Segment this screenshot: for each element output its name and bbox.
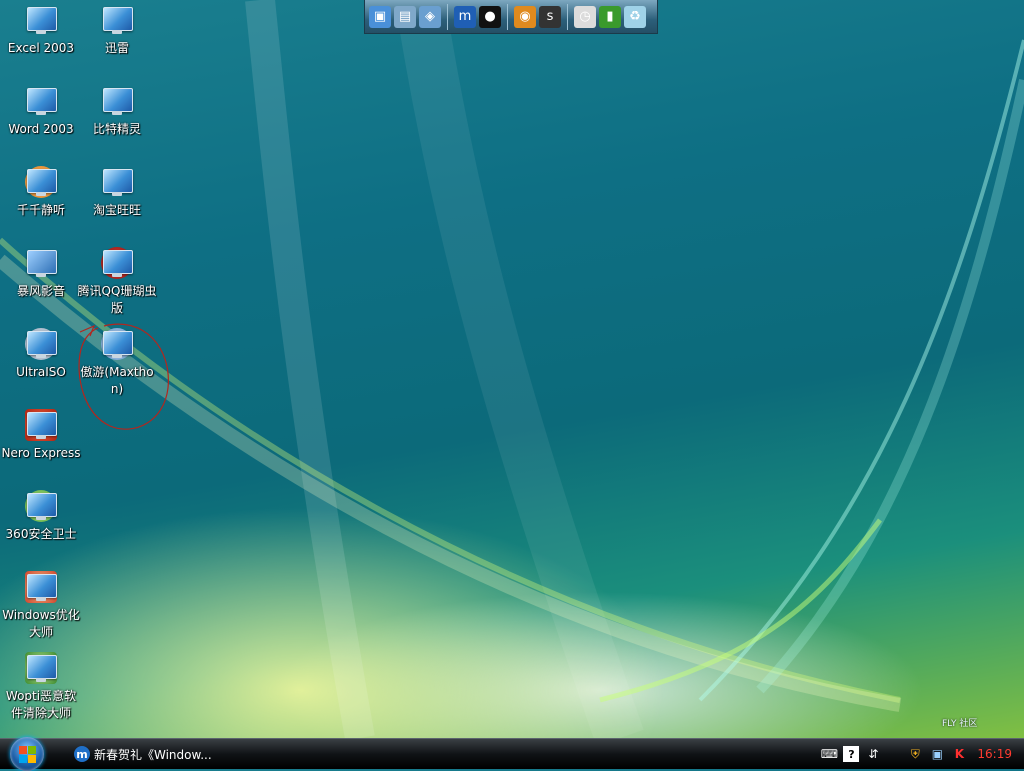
qq-penguin-icon <box>101 247 133 279</box>
desktop-icon-label: UltraISO <box>16 365 66 379</box>
desktop-icon-label: Word 2003 <box>8 122 74 136</box>
quick-launch-bar: ▣ ▤ ◈ m ● ◉ s ◷ ▮ ♻ <box>364 0 658 34</box>
help-icon[interactable]: ? <box>843 746 860 762</box>
system-tray: ⌨ ? ⇵ ⛨ ▣ K 16:19 <box>821 739 1024 769</box>
desktop-icon-aliwangwang[interactable]: 淘宝旺旺 <box>76 166 158 219</box>
recycle-bin-icon[interactable]: ♻ <box>624 5 646 28</box>
desktop-icon-qq[interactable]: 腾讯QQ珊瑚虫版 <box>76 247 158 317</box>
desktop-icon-word[interactable]: Word 2003 <box>0 85 82 138</box>
taskbar-window-label: 新春贺礼《Window... <box>94 747 212 762</box>
folder-icon[interactable]: ▤ <box>394 5 416 28</box>
desktop-icon-nero[interactable]: Nero Express <box>0 409 82 462</box>
desktop-icon-label: 腾讯QQ珊瑚虫版 <box>77 284 157 315</box>
quick-launch-separator <box>567 3 568 30</box>
ttplayer-icon <box>25 166 57 198</box>
wopti-icon <box>25 652 57 684</box>
start-button[interactable] <box>10 737 44 771</box>
ultraiso-icon <box>25 328 57 360</box>
security-shield-icon[interactable]: ⛨ <box>907 746 923 762</box>
desktop-icon-windows-optimizer[interactable]: Windows优化大师 <box>0 571 82 641</box>
network-arrows-icon[interactable]: ⇵ <box>865 746 881 762</box>
clock-icon[interactable]: ◷ <box>574 5 596 28</box>
monitor-meter-icon[interactable]: ▮ <box>599 5 621 28</box>
desktop-icon-wopti[interactable]: Wopti恶意软件清除大师 <box>0 652 82 722</box>
desktop-icon-360[interactable]: 360安全卫士 <box>0 490 82 543</box>
desktop-icon-label: 暴风影音 <box>16 284 65 298</box>
annotation-circle <box>78 323 169 430</box>
desktop-icon-label: Wopti恶意软件清除大师 <box>5 689 77 720</box>
desktop-icon-bitspirit[interactable]: 比特精灵 <box>76 85 158 138</box>
desktop[interactable]: Excel 2003 迅雷 Word 2003 比特精灵 千千静听 淘宝旺旺 暴… <box>0 0 1024 738</box>
desktop-icon-label: 淘宝旺旺 <box>92 203 141 217</box>
desktop-icon-label: Windows优化大师 <box>2 608 80 639</box>
qq-icon[interactable]: ● <box>479 5 501 28</box>
desktop-icon-label: 迅雷 <box>104 41 129 55</box>
desktop-icon-ultraiso[interactable]: UltraISO <box>0 328 82 381</box>
keyboard-icon[interactable]: ⌨ <box>821 746 838 762</box>
desktop-icon-label: Excel 2003 <box>7 41 75 55</box>
watermark: FLY 社区 <box>942 719 978 729</box>
windows-logo-icon <box>19 746 36 763</box>
maxthon-task-icon: m <box>74 746 90 762</box>
clock[interactable]: 16:19 <box>977 747 1012 761</box>
windows-optimizer-icon <box>25 571 57 603</box>
maxthon-icon[interactable]: m <box>454 5 476 28</box>
flash-icon[interactable]: s <box>539 5 561 28</box>
quick-launch-separator <box>507 3 508 30</box>
taskbar: m 新春贺礼《Window... ⌨ ? ⇵ ⛨ ▣ K 16:19 <box>0 737 1024 771</box>
desktop-icon-ttplayer[interactable]: 千千静听 <box>0 166 82 219</box>
quick-launch-separator <box>447 3 448 30</box>
kaspersky-icon[interactable]: K <box>951 746 967 762</box>
network-icon[interactable]: ▣ <box>929 746 945 762</box>
ie-icon[interactable]: ◈ <box>419 5 441 28</box>
excel-icon <box>25 4 57 36</box>
taskbar-window-button[interactable]: m 新春贺礼《Window... <box>74 742 230 766</box>
desktop-icon-stormplayer[interactable]: 暴风影音 <box>0 247 82 300</box>
desktop-icon-thunder[interactable]: 迅雷 <box>76 4 158 57</box>
nero-icon <box>25 409 57 441</box>
desktop-icon-label: Nero Express <box>1 446 81 460</box>
desktop-icon-label: 千千静听 <box>16 203 65 217</box>
360-safe-icon <box>25 490 57 522</box>
aliwangwang-icon <box>101 166 133 198</box>
stormplayer-icon <box>25 247 57 279</box>
desktop-icon-label: 比特精灵 <box>92 122 141 136</box>
word-icon <box>25 85 57 117</box>
desktop-icon-excel[interactable]: Excel 2003 <box>0 4 82 57</box>
music-player-icon[interactable]: ◉ <box>514 5 536 28</box>
show-desktop-icon[interactable]: ▣ <box>369 5 391 28</box>
bitspirit-icon <box>101 85 133 117</box>
thunder-icon <box>101 4 133 36</box>
desktop-icon-label: 360安全卫士 <box>5 527 77 541</box>
